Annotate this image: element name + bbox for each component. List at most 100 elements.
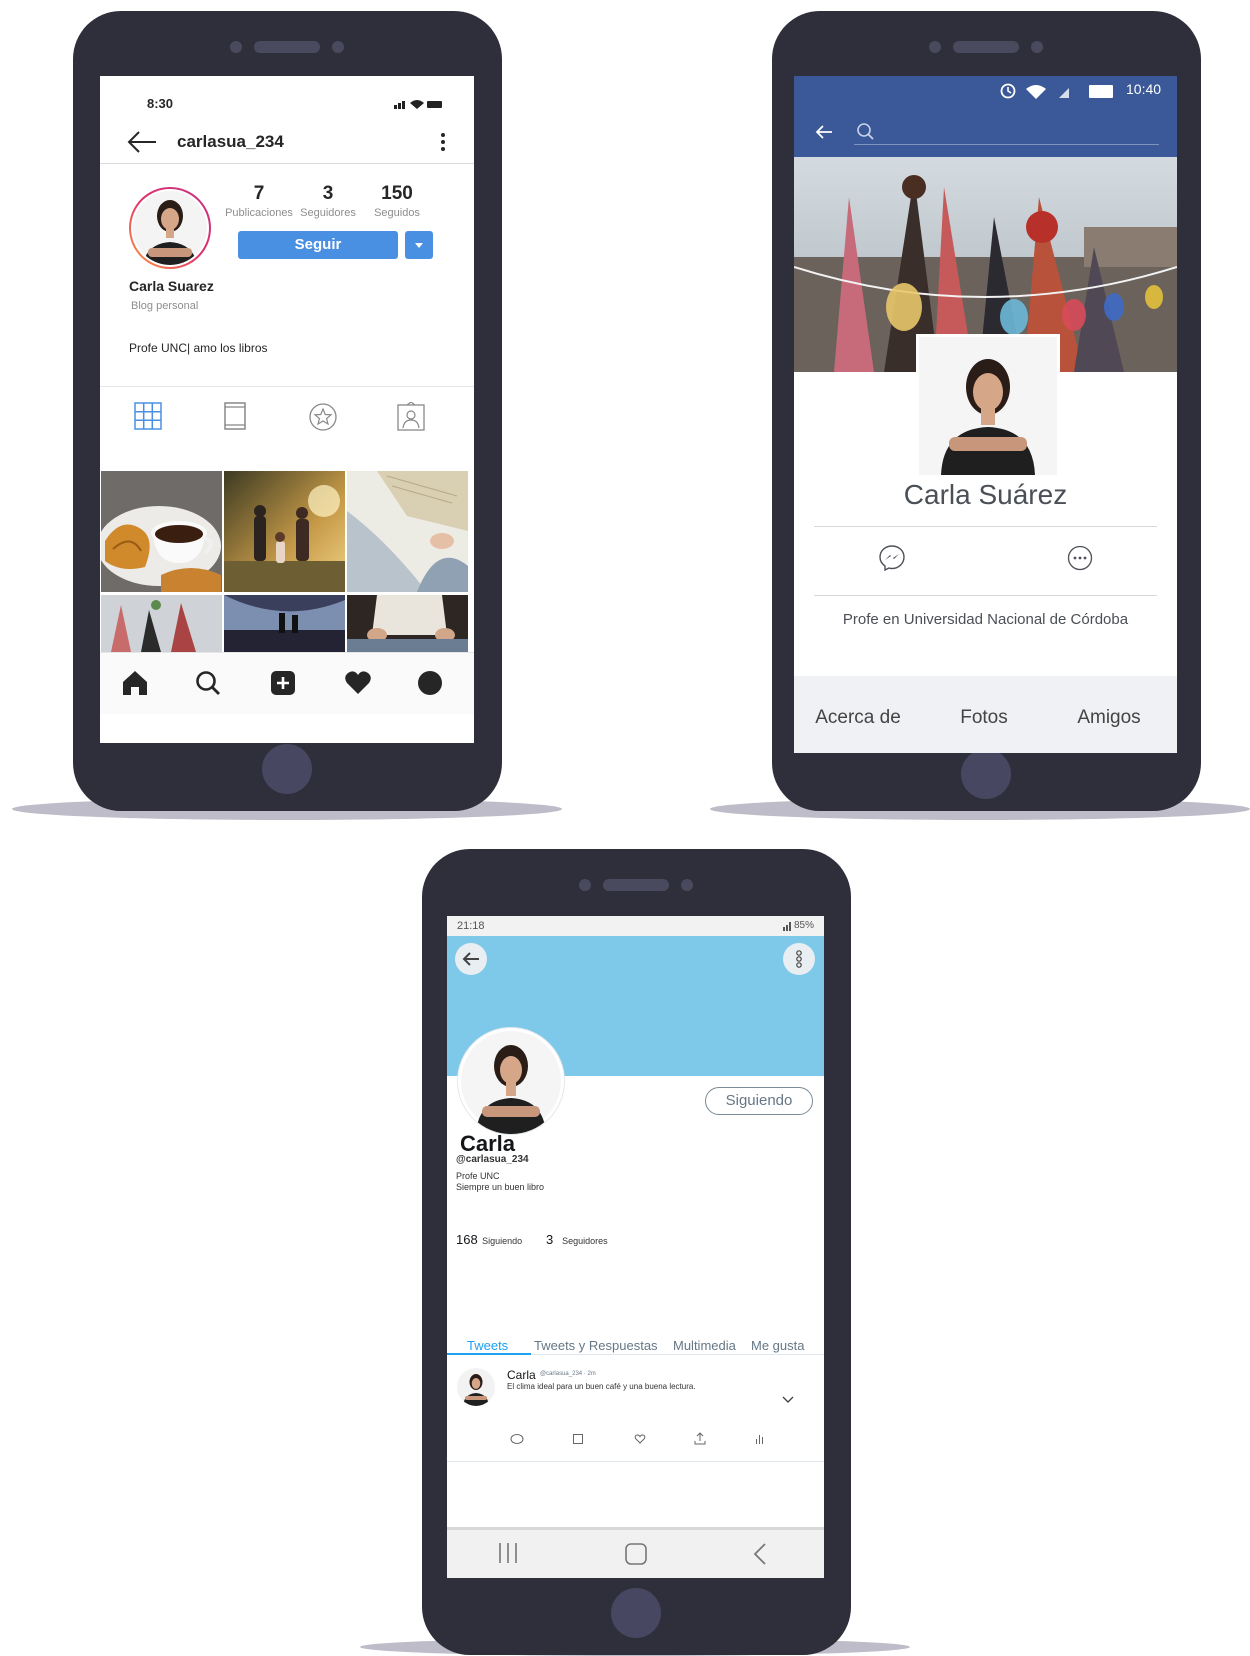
profile-tabs: Acerca de Fotos Amigos — [794, 676, 1177, 753]
sensor-dot — [1031, 41, 1043, 53]
back-arrow-icon[interactable] — [126, 129, 158, 155]
recent-apps-icon[interactable] — [497, 1542, 519, 1564]
tab-amigos[interactable]: Amigos — [1049, 707, 1169, 729]
heart-icon[interactable] — [344, 670, 372, 696]
like-icon[interactable] — [634, 1433, 646, 1445]
home-icon[interactable] — [625, 1543, 647, 1565]
camera-dot — [929, 41, 941, 53]
grid-photo-coffee[interactable] — [101, 471, 222, 592]
following-count[interactable]: 168 Siguiendo — [456, 1231, 522, 1249]
search-icon[interactable] — [195, 670, 221, 696]
profile-bio-line1: Profe UNC — [456, 1171, 500, 1181]
back-button[interactable] — [455, 943, 487, 975]
speaker — [603, 879, 669, 891]
profile-category: Blog personal — [131, 300, 199, 312]
retweet-icon[interactable] — [572, 1433, 584, 1445]
tweet-text: El clima ideal para un buen café y una b… — [507, 1382, 696, 1391]
follow-dropdown-button[interactable] — [405, 231, 433, 259]
add-post-icon[interactable] — [270, 670, 296, 696]
active-tab-indicator — [447, 1353, 531, 1355]
profile-bio-line2: Siempre un buen libro — [456, 1182, 545, 1192]
search-icon[interactable] — [856, 122, 874, 140]
grid-photo-sunset[interactable] — [224, 595, 345, 652]
feed-view-icon[interactable] — [224, 401, 246, 431]
tweet-divider — [447, 1461, 824, 1462]
more-options-icon[interactable] — [1067, 545, 1093, 571]
status-icons — [394, 98, 444, 110]
back-arrow-icon[interactable] — [814, 124, 834, 140]
followers-count-label: Seguidores — [562, 1236, 608, 1246]
search-input[interactable] — [854, 144, 1159, 145]
analytics-icon[interactable] — [756, 1434, 764, 1444]
actions-divider — [814, 595, 1157, 596]
following-button[interactable]: Siguiendo — [705, 1087, 813, 1115]
more-vertical-icon — [796, 950, 802, 968]
following-count-label: Siguiendo — [482, 1236, 523, 1246]
phone-twitter: 21:18 85% Siguiendo Carla @carlasua_234 — [422, 849, 851, 1655]
bottom-nav — [100, 652, 474, 714]
camera-dot — [230, 41, 242, 53]
home-button[interactable] — [262, 744, 312, 794]
status-bar — [447, 916, 824, 936]
followers-count[interactable]: 3 Seguidores — [546, 1231, 608, 1249]
speaker — [953, 41, 1019, 53]
phone-instagram: 8:30 carlasua_234 7 Publicaciones 3 Segu… — [73, 11, 502, 811]
home-button[interactable] — [961, 749, 1011, 799]
sensor-dot — [681, 879, 693, 891]
grid-photo-reading[interactable] — [347, 471, 468, 592]
system-nav-bar — [447, 1527, 824, 1578]
followers-count-value: 3 — [546, 1232, 554, 1247]
tabs-divider — [100, 386, 474, 387]
tweet-author[interactable]: Carla — [507, 1368, 536, 1382]
tweet-avatar[interactable] — [457, 1368, 495, 1406]
tab-tweets[interactable]: Tweets — [467, 1338, 508, 1353]
facebook-screen: 10:40 Carla Suárez Profe en Universidad … — [794, 76, 1177, 753]
grid-photo-hands[interactable] — [347, 595, 468, 652]
back-icon[interactable] — [752, 1542, 768, 1566]
avatar[interactable] — [458, 1028, 564, 1134]
stat-seguidos-value[interactable]: 150 — [352, 183, 442, 205]
tab-acerca-de[interactable]: Acerca de — [798, 707, 918, 729]
tweet-meta: @carlasua_234 · 2m — [540, 1371, 596, 1377]
tab-fotos[interactable]: Fotos — [924, 707, 1044, 729]
status-time: 21:18 — [457, 920, 485, 932]
status-time: 10:40 — [1126, 81, 1162, 97]
messenger-icon[interactable] — [878, 544, 906, 572]
camera-dot — [579, 879, 591, 891]
profile-bio: Profe UNC| amo los libros — [129, 341, 268, 355]
grid-photo-family[interactable] — [224, 471, 345, 592]
header-divider — [100, 163, 474, 164]
profile-username: carlasua_234 — [177, 132, 284, 151]
more-options-button[interactable] — [783, 943, 815, 975]
sensor-dot — [332, 41, 344, 53]
following-count-value: 168 — [456, 1232, 478, 1247]
back-arrow-icon — [462, 952, 479, 966]
grid-view-icon[interactable] — [134, 402, 162, 430]
stat-seguidos-label[interactable]: Seguidos — [352, 207, 442, 219]
status-icons — [999, 81, 1119, 101]
instagram-screen: 8:30 carlasua_234 7 Publicaciones 3 Segu… — [100, 76, 474, 743]
home-icon[interactable] — [121, 670, 149, 696]
chevron-down-icon — [415, 243, 423, 248]
tagged-person-icon[interactable] — [397, 402, 425, 432]
home-button[interactable] — [611, 1588, 661, 1638]
status-time: 8:30 — [147, 96, 174, 111]
reply-icon[interactable] — [510, 1433, 524, 1445]
saved-star-icon[interactable] — [308, 402, 338, 432]
tab-tweets-y-respuestas[interactable]: Tweets y Respuestas — [534, 1338, 658, 1353]
signal-icon — [783, 922, 793, 931]
share-icon[interactable] — [694, 1432, 706, 1445]
tab-me-gusta[interactable]: Me gusta — [751, 1338, 804, 1353]
chevron-down-icon[interactable] — [781, 1395, 795, 1405]
profile-handle: @carlasua_234 — [456, 1154, 529, 1165]
battery-level: 85% — [794, 920, 815, 931]
avatar[interactable] — [128, 186, 212, 270]
follow-button[interactable]: Seguir — [238, 231, 398, 259]
tab-multimedia[interactable]: Multimedia — [673, 1338, 736, 1353]
profile-icon[interactable] — [417, 670, 443, 696]
more-options-icon[interactable] — [440, 132, 446, 152]
avatar[interactable] — [916, 334, 1060, 478]
phone-facebook: 10:40 Carla Suárez Profe en Universidad … — [772, 11, 1201, 811]
profile-bio: Profe en Universidad Nacional de Córdoba — [842, 611, 1129, 628]
grid-photo-party[interactable] — [101, 595, 222, 652]
